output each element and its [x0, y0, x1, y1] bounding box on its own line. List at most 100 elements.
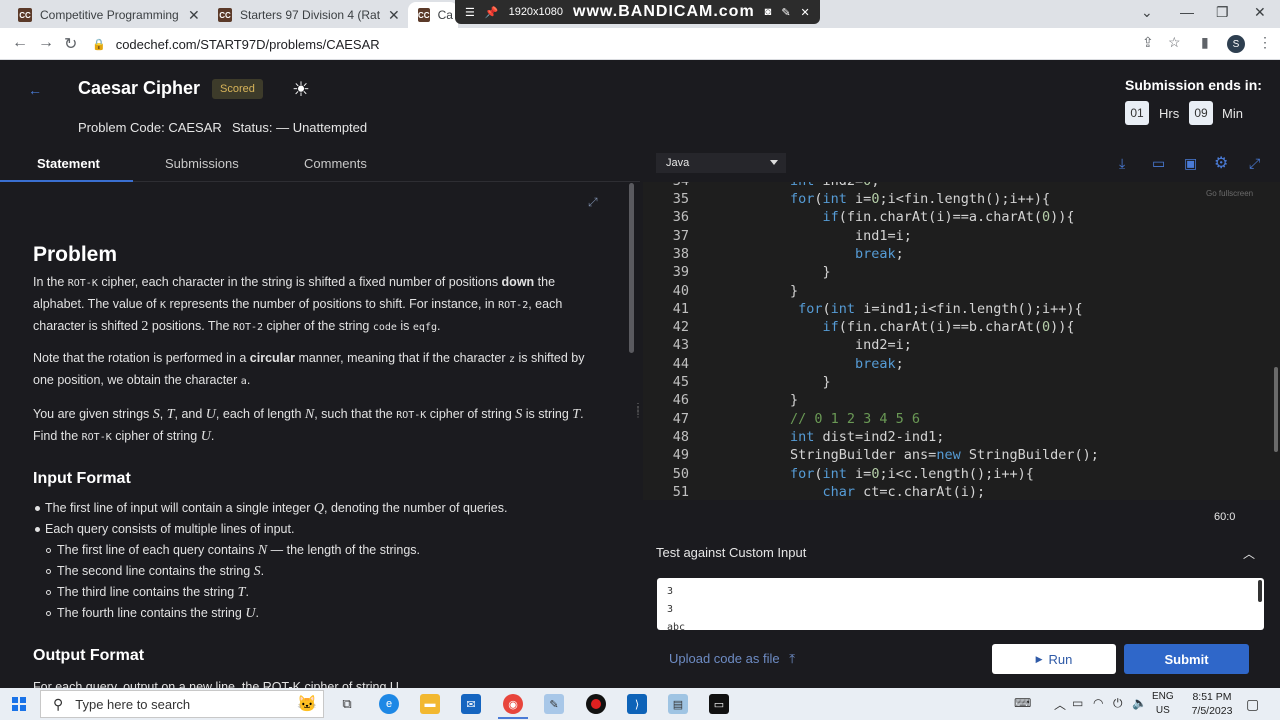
download-icon[interactable]: ⤓ — [1119, 155, 1125, 172]
code-line: 48 int dist=ind2-ind1; — [643, 429, 1273, 447]
tab-submissions[interactable]: Submissions — [165, 156, 239, 171]
scrollbar-thumb[interactable] — [1274, 367, 1278, 452]
menu-icon[interactable]: ☰ — [465, 6, 475, 19]
statement-scrollbar[interactable] — [628, 183, 640, 688]
code-line: 39 } — [643, 264, 1273, 282]
language-select[interactable]: Java — [656, 153, 786, 173]
gear-icon[interactable]: ⚙ — [1214, 153, 1228, 173]
minimize-icon[interactable]: — — [1180, 4, 1194, 20]
line-number: 48 — [672, 428, 689, 445]
windows-start-icon[interactable] — [12, 697, 26, 711]
input-language[interactable]: ENG US — [1152, 690, 1174, 718]
network-icon[interactable]: ◠ — [1093, 696, 1103, 710]
pin-icon[interactable]: 📌 — [485, 6, 499, 19]
side-panel-icon[interactable]: ▮ — [1201, 34, 1209, 51]
statement-paragraph: In the ROT-K cipher, each character in t… — [33, 275, 563, 334]
edge-icon[interactable]: e — [379, 694, 399, 714]
volume-icon[interactable]: 🔈 — [1132, 696, 1147, 710]
task-view-icon[interactable]: ⧉ — [337, 694, 357, 714]
profile-avatar[interactable]: S — [1227, 35, 1245, 53]
url-field[interactable]: 🔒 codechef.com/START97D/problems/CAESAR — [92, 33, 1132, 55]
bullet-circle — [46, 569, 51, 574]
more-menu-icon[interactable]: ⋮ — [1258, 34, 1272, 51]
restore-icon[interactable]: ❐ — [1216, 4, 1229, 21]
battery-icon[interactable]: ▭ — [1072, 696, 1083, 710]
share-icon[interactable]: ⇪ — [1142, 34, 1154, 51]
active-app-indicator — [498, 717, 528, 719]
back-arrow-icon[interactable]: ← — [28, 82, 42, 98]
power-icon[interactable]: ⏻ — [1113, 696, 1123, 711]
camera-icon[interactable]: ◙ — [765, 6, 772, 18]
reload-icon[interactable]: ↻ — [64, 34, 77, 54]
paint-icon[interactable]: ✎ — [544, 694, 564, 714]
close-window-icon[interactable]: ✕ — [1254, 4, 1266, 21]
notepad-icon[interactable]: ▤ — [668, 694, 688, 714]
line-code: } — [790, 374, 831, 390]
input-format-subitem: The fourth line contains the string U. — [57, 606, 259, 621]
editor-scrollbar[interactable] — [1273, 182, 1280, 500]
theme-toggle-sun-icon[interactable]: ☀ — [292, 77, 310, 102]
problem-tabs: Statement Submissions Comments — [0, 145, 640, 182]
pencil-icon[interactable]: ✎ — [781, 6, 790, 19]
submit-button[interactable]: Submit — [1124, 644, 1249, 674]
close-tab-icon[interactable]: ✕ — [388, 7, 400, 24]
chevron-up-icon[interactable]: ︿ — [1243, 545, 1255, 562]
code-line: 47 // 0 1 2 3 4 5 6 — [643, 411, 1273, 429]
browser-tab[interactable]: CC Starters 97 Division 4 (Rated) Co ✕ — [208, 2, 410, 28]
keyboard-icon[interactable]: ⌨ — [1014, 696, 1031, 710]
input-format-item: The first line of input will contain a s… — [45, 501, 508, 516]
forward-icon[interactable]: → — [38, 34, 54, 52]
output-format-heading: Output Format — [33, 647, 145, 664]
run-button[interactable]: ▶ Run — [992, 644, 1116, 674]
custom-input-header[interactable]: Test against Custom Input ︿ — [643, 537, 1280, 569]
custom-input-field[interactable]: 3 3 abc — [657, 578, 1264, 630]
address-bar: ← → ↻ 🔒 codechef.com/START97D/problems/C… — [0, 28, 1280, 60]
line-number: 38 — [672, 245, 689, 262]
go-fullscreen-hint[interactable]: Go fullscreen — [1206, 189, 1253, 198]
active-tab-indicator — [0, 180, 133, 182]
tab-search-chevron-icon[interactable]: ⌄ — [1141, 4, 1153, 21]
system-clock[interactable]: 8:51 PM 7/5/2023 — [1184, 690, 1240, 718]
fullscreen-icon[interactable]: ⤢ — [1249, 155, 1260, 172]
line-number: 37 — [672, 227, 689, 244]
input-scrollbar[interactable] — [1258, 580, 1262, 602]
bullet-circle — [46, 611, 51, 616]
expand-icon[interactable]: ⤢ — [588, 195, 598, 210]
code-line: 46} — [643, 392, 1273, 410]
line-code: } — [790, 392, 799, 409]
chrome-icon[interactable]: ◉ — [503, 694, 523, 714]
code-line: 37 ind1=i; — [643, 228, 1273, 246]
browser-tab[interactable]: CC Competitive Programming and C ✕ — [8, 2, 210, 28]
notification-icon[interactable]: ▢ — [1246, 696, 1259, 713]
code-line: 34int ind2=0; — [643, 182, 1273, 191]
comment-icon[interactable]: ▭ — [1152, 155, 1165, 172]
scrollbar-thumb[interactable] — [629, 183, 634, 353]
line-number: 50 — [672, 465, 689, 482]
upload-code-link[interactable]: Upload code as file ⤒ — [669, 651, 795, 667]
code-line: 42 if(fin.charAt(i)==b.charAt(0)){ — [643, 319, 1273, 337]
url-text: codechef.com/START97D/problems/CAESAR — [115, 36, 380, 52]
close-recorder-icon[interactable]: ✕ — [801, 6, 810, 19]
line-code: break; — [855, 355, 904, 372]
code-line: 45 } — [643, 374, 1273, 392]
timer-minutes-unit: Min — [1222, 106, 1243, 121]
file-explorer-icon[interactable]: ▬ — [420, 694, 440, 714]
bookmark-star-icon[interactable]: ☆ — [1168, 34, 1181, 51]
clock-date: 7/5/2023 — [1191, 705, 1233, 717]
input-format-heading: Input Format — [33, 470, 131, 487]
close-tab-icon[interactable]: ✕ — [188, 7, 200, 24]
code-editor[interactable]: 34int ind2=0; 35 for(int i=0;i<fin.length… — [643, 182, 1273, 500]
tab-statement[interactable]: Statement — [37, 156, 100, 171]
tray-chevron-icon[interactable]: ︿ — [1054, 696, 1066, 713]
save-icon[interactable]: ▣ — [1184, 155, 1197, 172]
terminal-icon[interactable]: ▭ — [709, 694, 729, 714]
vscode-icon[interactable]: ⟩ — [627, 694, 647, 714]
pane-resize-handle[interactable]: ⋮ ⋮ ⋮ — [634, 403, 642, 431]
taskbar-search[interactable]: ⚲ Type here to search 🐱 — [40, 690, 324, 718]
recorder-overlay: ☰ 📌 1920x1080 www.BANDICAM.com ◙ ✎ ✕ — [455, 0, 820, 24]
browser-tab-active[interactable]: CC Ca — [408, 2, 458, 28]
mail-icon[interactable]: ✉ — [461, 694, 481, 714]
tab-comments[interactable]: Comments — [304, 156, 367, 171]
bandicam-icon[interactable] — [586, 694, 606, 714]
back-icon[interactable]: ← — [12, 34, 28, 52]
